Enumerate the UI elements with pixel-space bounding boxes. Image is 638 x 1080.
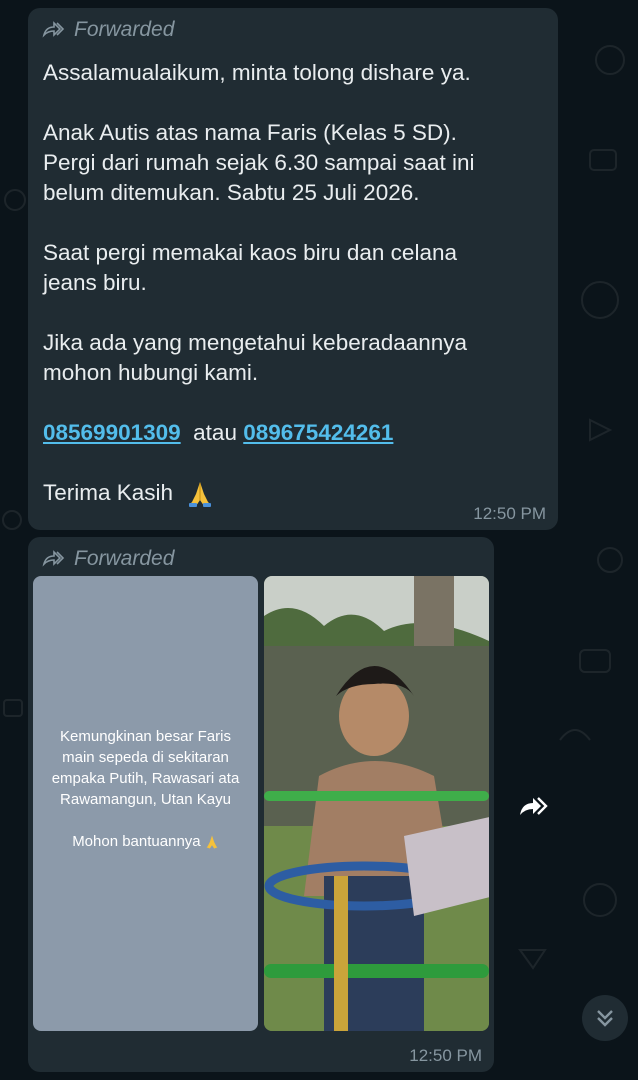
message-timestamp: 12:50 PM — [473, 504, 546, 523]
message-bubble-text[interactable]: Forwarded Assalamualaikum, minta tolong … — [28, 8, 558, 530]
message-text: Assalamualaikum, minta tolong dishare ya… — [43, 58, 542, 508]
message-line: Assalamualaikum, minta tolong dishare ya… — [43, 60, 471, 85]
message-line: Saat pergi memakai kaos biru dan celana — [43, 240, 457, 265]
message-line: jeans biru. — [43, 270, 147, 295]
forward-arrows-icon — [42, 21, 65, 38]
child-photo-image — [264, 576, 489, 1031]
forward-arrows-icon — [42, 550, 65, 567]
image-card-caption[interactable]: Kemungkinan besar Faris main sepeda di s… — [33, 576, 258, 1031]
message-line: Anak Autis atas nama Faris (Kelas 5 SD). — [43, 120, 457, 145]
forward-share-icon — [520, 797, 548, 815]
message-line: mohon hubungi kami. — [43, 360, 259, 385]
forward-share-button[interactable] — [514, 787, 554, 827]
message-line: belum ditemukan. Sabtu 25 Juli 2026. — [43, 180, 420, 205]
phone-link-1[interactable]: 08569901309 — [43, 420, 181, 445]
praying-hands-emoji-icon — [206, 835, 218, 849]
phone-link-2[interactable]: 089675424261 — [243, 420, 393, 445]
closing-text: Terima Kasih — [43, 480, 174, 505]
photo-of-child[interactable] — [264, 576, 489, 1031]
phone-separator: atau — [193, 420, 237, 445]
message-timestamp: 12:50 PM — [409, 1046, 482, 1065]
scroll-to-bottom-button[interactable] — [582, 995, 628, 1041]
message-bubble-images[interactable]: Forwarded Kemungkinan besar Faris main s… — [28, 537, 494, 1072]
double-chevron-down-icon — [597, 1010, 613, 1027]
message-line: Jika ada yang mengetahui keberadaannya — [43, 330, 468, 355]
forwarded-label: Forwarded — [42, 18, 174, 42]
forwarded-label: Forwarded — [42, 547, 174, 571]
praying-hands-emoji-icon — [189, 482, 212, 508]
message-line: Pergi dari rumah sejak 6.30 sampai saat … — [43, 150, 475, 175]
image-caption-text: Kemungkinan besar Faris main sepeda di s… — [51, 728, 240, 850]
